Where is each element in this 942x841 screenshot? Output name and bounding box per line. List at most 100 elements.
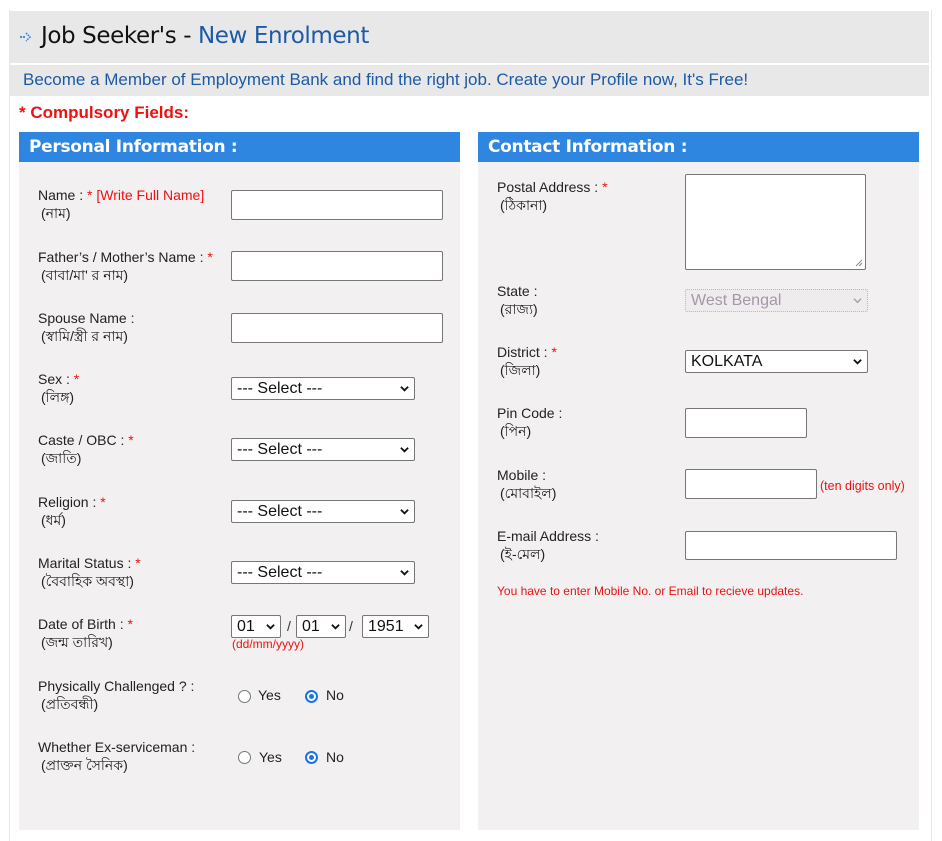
marital-status-select[interactable]: --- Select --- <box>231 561 415 584</box>
postal-address-label-text: Postal Address : <box>497 179 603 195</box>
required-asterisk: * <box>135 555 141 571</box>
physically-challenged-label-text: Physically Challenged ? : <box>38 678 195 694</box>
compulsory-fields-note: * Compulsory Fields: <box>19 103 190 122</box>
district-label: District : * (জিলা) <box>497 343 557 379</box>
sex-select[interactable]: --- Select --- <box>231 377 415 400</box>
religion-label-bengali: (ধর্ম) <box>41 512 66 528</box>
physically-challenged-label: Physically Challenged ? : (প্রতিবন্ধী) <box>38 677 194 713</box>
district-select[interactable]: KOLKATA <box>685 350 868 373</box>
district-label-bengali: (জিলা) <box>500 362 541 378</box>
ex-serviceman-no-radio[interactable] <box>305 751 318 764</box>
dob-day-value: 01 <box>237 618 255 635</box>
spouse-name-input[interactable] <box>231 313 443 343</box>
ex-serviceman-label: Whether Ex-serviceman : (প্রাক্তন সৈনিক) <box>38 738 195 774</box>
required-asterisk: * <box>602 179 608 195</box>
pin-code-label-text: Pin Code : <box>497 405 563 421</box>
religion-label: Religion : * (ধর্ম) <box>38 493 106 529</box>
ex-serviceman-label-text: Whether Ex-serviceman : <box>38 739 196 755</box>
arrow-bullet-icon <box>19 32 32 42</box>
state-label-bengali: (রাজ্য) <box>500 301 538 317</box>
dob-year-select[interactable]: 1951 <box>362 615 429 638</box>
sex-label-text: Sex : <box>38 371 74 387</box>
email-label-text: E-mail Address : <box>497 528 599 544</box>
chevron-down-icon <box>331 624 340 630</box>
mobile-label-bengali: (মোবাইল) <box>500 485 557 501</box>
contact-information-heading: Contact Information : <box>478 132 919 162</box>
resize-grip-icon[interactable] <box>855 259 863 267</box>
state-select: West Bengal <box>685 289 868 312</box>
physically-challenged-yes-radio[interactable] <box>238 690 251 703</box>
required-asterisk: * <box>551 344 557 360</box>
personal-information-heading: Personal Information : <box>19 132 460 162</box>
subtitle-text: Become a Member of Employment Bank and f… <box>23 70 749 89</box>
date-separator: / <box>287 618 291 634</box>
parent-name-label: Father’s / Mother’s Name : * (বাবা/মা' র… <box>38 248 213 284</box>
spouse-name-label-text: Spouse Name : <box>38 310 135 326</box>
mobile-hint: (ten digits only) <box>820 479 905 493</box>
spouse-name-label-bengali: (স্বামি/স্ত্রী র নাম) <box>41 328 128 344</box>
required-asterisk: * <box>127 616 133 632</box>
update-note: You have to enter Mobile No. or Email to… <box>497 584 804 598</box>
dob-day-select[interactable]: 01 <box>231 615 281 638</box>
caste-select-value: --- Select --- <box>237 441 323 458</box>
ex-serviceman-label-bengali: (প্রাক্তন সৈনিক) <box>41 757 128 773</box>
religion-select[interactable]: --- Select --- <box>231 500 415 523</box>
mobile-label: Mobile : (মোবাইল) <box>497 466 556 502</box>
marital-status-select-value: --- Select --- <box>237 564 323 581</box>
chevron-down-icon <box>400 570 409 576</box>
district-select-value: KOLKATA <box>691 353 763 370</box>
ex-serviceman-yes-label[interactable]: Yes <box>259 749 282 765</box>
name-label-bengali: (নাম) <box>41 205 71 221</box>
state-select-value: West Bengal <box>691 292 782 309</box>
ex-serviceman-no-label[interactable]: No <box>326 749 344 765</box>
postal-address-label: Postal Address : * (ঠিকানা) <box>497 178 608 214</box>
ex-serviceman-yes-radio[interactable] <box>238 751 251 764</box>
caste-label: Caste / OBC : * (জাতি) <box>38 431 134 467</box>
subtitle-bar: Become a Member of Employment Bank and f… <box>10 65 929 96</box>
page-title-prefix: Job Seeker's - <box>41 23 198 49</box>
title-bar: Job Seeker's - New Enrolment <box>10 11 929 64</box>
district-label-text: District : <box>497 344 552 360</box>
sex-select-value: --- Select --- <box>237 380 323 397</box>
state-label: State : (রাজ্য) <box>497 282 538 318</box>
required-asterisk: * <box>100 494 106 510</box>
physically-challenged-no-label[interactable]: No <box>326 687 344 703</box>
parent-name-input[interactable] <box>231 251 443 281</box>
mobile-input[interactable] <box>685 469 817 499</box>
chevron-down-icon <box>414 624 423 630</box>
email-input[interactable] <box>685 531 897 560</box>
sex-label: Sex : * (লিঙ্গ) <box>38 370 79 406</box>
religion-select-value: --- Select --- <box>237 503 323 520</box>
chevron-down-icon <box>400 386 409 392</box>
postal-address-label-bengali: (ঠিকানা) <box>500 197 548 213</box>
caste-select[interactable]: --- Select --- <box>231 438 415 461</box>
marital-status-label: Marital Status : * (বৈবাহিক অবস্থা) <box>38 554 141 590</box>
dob-month-select[interactable]: 01 <box>296 615 346 638</box>
chevron-down-icon <box>400 509 409 515</box>
chevron-down-icon <box>400 447 409 453</box>
marital-status-label-text: Marital Status : <box>38 555 136 571</box>
dob-format-hint: (dd/mm/yyyy) <box>232 637 304 651</box>
chevron-down-icon <box>853 298 862 304</box>
email-label: E-mail Address : (ই-মেল) <box>497 527 599 563</box>
sex-label-bengali: (লিঙ্গ) <box>41 389 75 405</box>
required-asterisk: * <box>73 371 80 387</box>
required-asterisk: * <box>207 249 213 265</box>
physically-challenged-no-radio[interactable] <box>305 690 318 703</box>
name-label-text: Name : <box>38 187 88 203</box>
physically-challenged-yes-label[interactable]: Yes <box>258 687 281 703</box>
required-asterisk: * <box>128 432 134 448</box>
pin-code-label: Pin Code : (পিন) <box>497 404 562 440</box>
email-label-bengali: (ই-মেল) <box>500 546 546 562</box>
name-input[interactable] <box>231 190 443 220</box>
dob-label: Date of Birth : * (জন্ম তারিখ) <box>38 615 133 651</box>
mobile-label-text: Mobile : <box>497 467 547 483</box>
pin-code-input[interactable] <box>685 408 807 438</box>
postal-address-textarea[interactable] <box>685 174 866 270</box>
parent-name-label-text: Father’s / Mother’s Name : <box>38 249 208 265</box>
name-hint: [Write Full Name] <box>92 187 205 203</box>
dob-label-text: Date of Birth : <box>38 616 128 632</box>
marital-status-label-bengali: (বৈবাহিক অবস্থা) <box>41 573 134 589</box>
religion-label-text: Religion : <box>38 494 101 510</box>
state-label-text: State : <box>497 283 538 299</box>
